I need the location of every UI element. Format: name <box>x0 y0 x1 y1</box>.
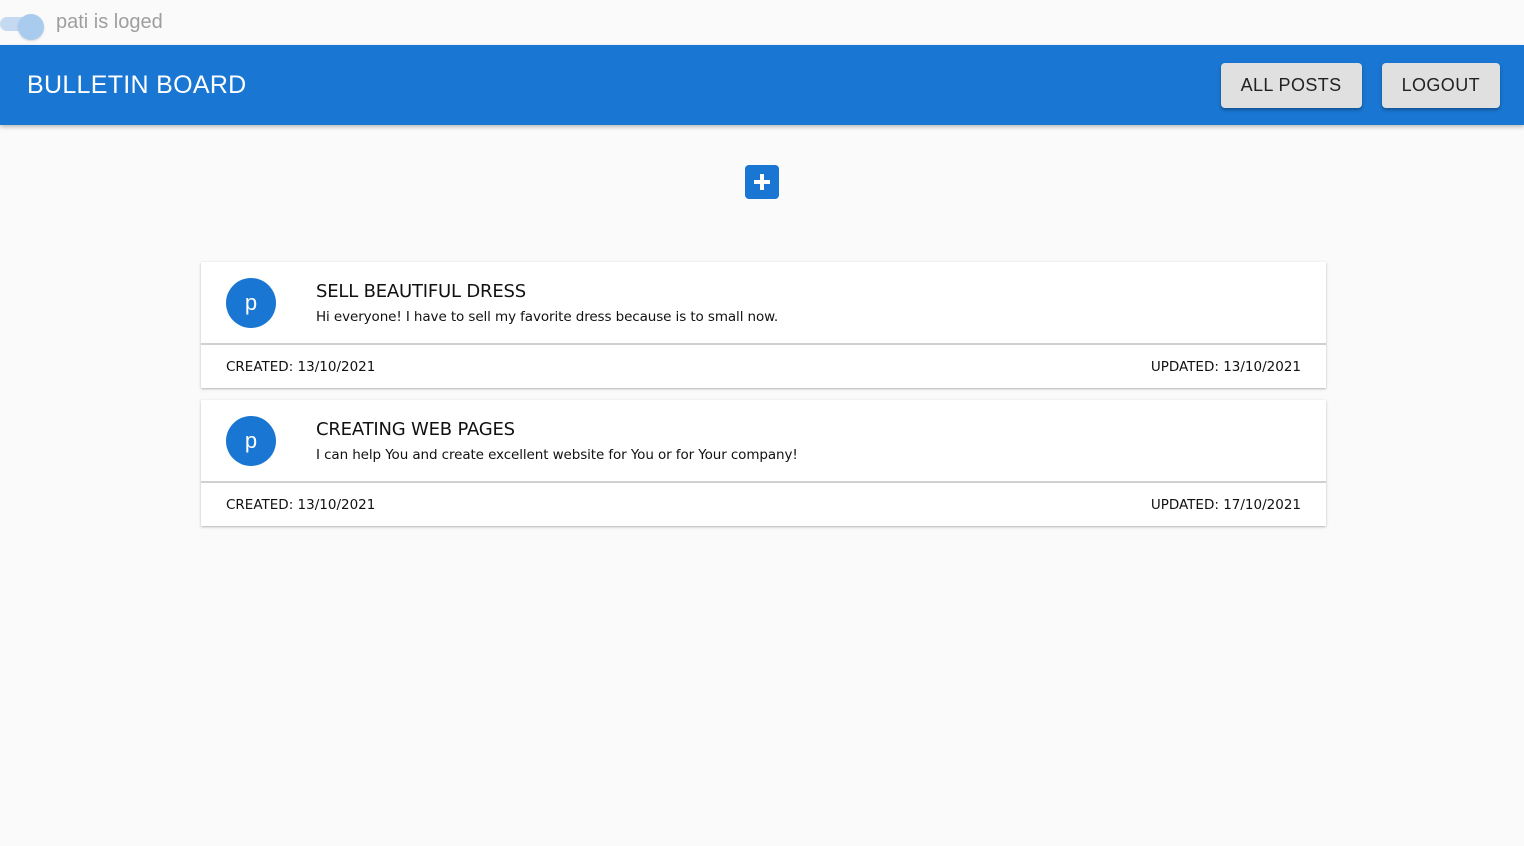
plus-icon <box>754 174 770 190</box>
post-card-header: p CREATING WEB PAGES I can help You and … <box>201 400 1326 483</box>
post-list: p SELL BEAUTIFUL DRESS Hi everyone! I ha… <box>201 262 1326 526</box>
post-title: SELL BEAUTIFUL DRESS <box>316 280 526 302</box>
post-body: I can help You and create excellent webs… <box>316 446 798 463</box>
post-card-header: p SELL BEAUTIFUL DRESS Hi everyone! I ha… <box>201 262 1326 345</box>
login-toggle-switch[interactable] <box>0 8 46 40</box>
post-updated-date: UPDATED: 17/10/2021 <box>1150 496 1301 513</box>
avatar: p <box>226 277 276 328</box>
switch-thumb[interactable] <box>18 13 44 40</box>
post-card[interactable]: p SELL BEAUTIFUL DRESS Hi everyone! I ha… <box>201 262 1326 388</box>
login-status-text: pati is loged <box>56 11 163 33</box>
post-card[interactable]: p CREATING WEB PAGES I can help You and … <box>201 400 1326 526</box>
post-card-text: SELL BEAUTIFUL DRESS Hi everyone! I have… <box>316 281 778 325</box>
post-card-text: CREATING WEB PAGES I can help You and cr… <box>316 419 798 463</box>
post-title: CREATING WEB PAGES <box>316 418 515 440</box>
add-post-button[interactable] <box>745 165 779 199</box>
avatar: p <box>226 415 276 466</box>
post-created-date: CREATED: 13/10/2021 <box>226 496 376 513</box>
login-status-bar: pati is loged <box>0 0 1524 45</box>
all-posts-button[interactable]: ALL POSTS <box>1220 62 1362 108</box>
app-bar: BULLETIN BOARD ALL POSTS LOGOUT <box>0 45 1524 125</box>
add-post-area <box>0 165 1524 199</box>
logout-button[interactable]: LOGOUT <box>1381 62 1500 108</box>
post-card-footer: CREATED: 13/10/2021 UPDATED: 17/10/2021 <box>201 483 1326 526</box>
post-body: Hi everyone! I have to sell my favorite … <box>316 308 779 325</box>
post-card-footer: CREATED: 13/10/2021 UPDATED: 13/10/2021 <box>201 345 1326 388</box>
app-title: BULLETIN BOARD <box>27 70 247 99</box>
post-updated-date: UPDATED: 13/10/2021 <box>1150 358 1301 375</box>
post-created-date: CREATED: 13/10/2021 <box>226 358 376 375</box>
